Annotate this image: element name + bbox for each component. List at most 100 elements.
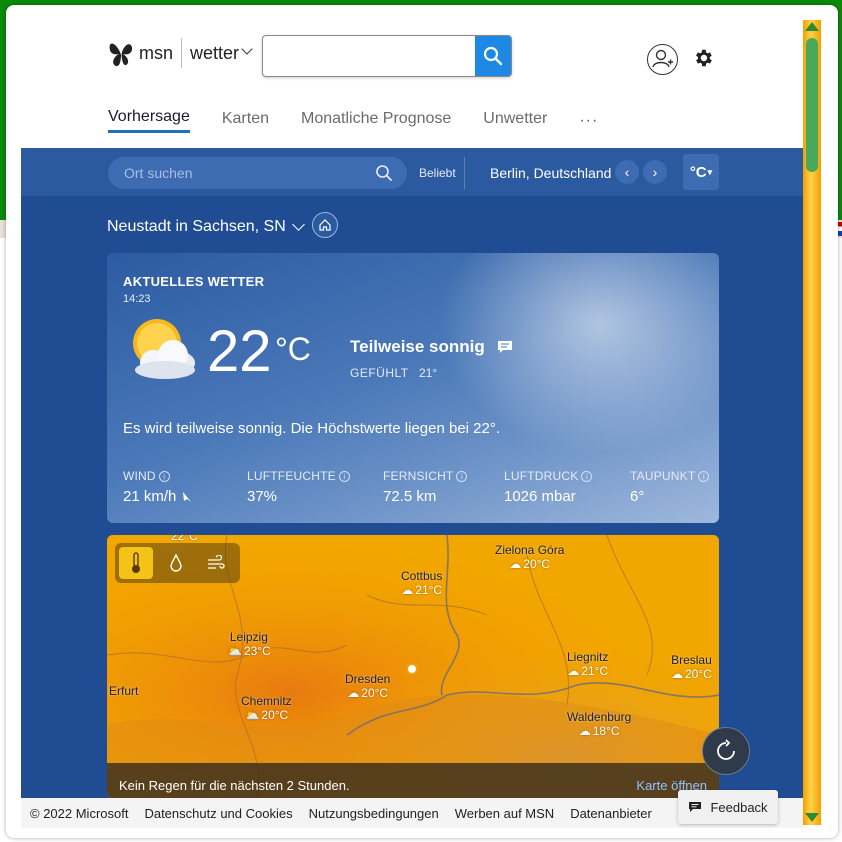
feels-like-label: GEFÜHLT [350, 366, 409, 380]
metric-value: 21 km/h [123, 488, 177, 505]
map-city-zielona-gora[interactable]: Zielona Góra ☁ 20°C [495, 543, 564, 571]
info-icon[interactable]: i [698, 470, 710, 482]
more-tabs-button[interactable]: ··· [579, 112, 598, 130]
map-city-cottbus[interactable]: Cottbus ☁ 21°C [401, 569, 442, 597]
metric-label: TAUPUNKT [630, 469, 696, 483]
footer-link-privacy[interactable]: Datenschutz und Cookies [144, 806, 292, 821]
tab-unwetter[interactable]: Unwetter [483, 110, 547, 132]
map-city-breslau[interactable]: Breslau ☁ 20°C [671, 653, 712, 681]
weather-popup-window: msn wetter Vorhersage Karten Monatliche … [6, 5, 838, 838]
wind-icon [208, 555, 225, 569]
profile-sign-in-button[interactable] [647, 44, 678, 75]
tab-vorhersage[interactable]: Vorhersage [108, 108, 190, 133]
search-input[interactable] [271, 44, 471, 68]
refresh-icon [717, 739, 735, 760]
logo-divider [181, 38, 183, 68]
map-city-liegnitz[interactable]: Liegnitz ☁ 21°C [567, 650, 608, 678]
layer-precipitation-button[interactable] [159, 547, 193, 579]
footer-link-advertise[interactable]: Werben auf MSN [455, 806, 554, 821]
feedback-icon [689, 802, 702, 812]
info-icon[interactable]: i [158, 470, 170, 482]
city-name: Chemnitz [241, 694, 292, 708]
cloud-icon: ☁ [401, 583, 414, 597]
home-location-button[interactable] [312, 212, 338, 238]
tab-karten[interactable]: Karten [222, 110, 269, 132]
city-temp: 21°C [581, 664, 609, 678]
map-city-erfurt[interactable]: Erfurt [109, 684, 138, 698]
metric-value: 72.5 km [383, 488, 437, 505]
city-name: Cottbus [401, 569, 443, 583]
rain-forecast-text: Kein Regen für die nächsten 2 Stunden. [119, 778, 350, 793]
popular-location-link[interactable]: Berlin, Deutschland [490, 165, 611, 181]
unit-label: °C [689, 163, 707, 181]
temperature-unit: °C [275, 331, 311, 367]
feels-like-value: 21° [419, 366, 438, 380]
ort-search-placeholder: Ort suchen [124, 165, 193, 181]
search-icon [376, 165, 392, 181]
city-temp: 23°C [243, 644, 271, 658]
sun-cloud-icon: ⛅ [227, 644, 242, 658]
msn-logo[interactable]: msn wetter [108, 38, 253, 68]
scrollbar-thumb[interactable] [806, 38, 818, 172]
message-icon[interactable] [497, 340, 513, 354]
info-icon[interactable]: i [456, 470, 468, 482]
metric-luftfeuchte: LUFTFEUCHTE i 37% [247, 469, 350, 505]
metric-value: 37% [247, 488, 278, 505]
location-selector[interactable]: Neustadt in Sachsen, SN [107, 217, 305, 236]
chevron-down-icon[interactable] [241, 43, 253, 55]
map-city-waldenburg[interactable]: Waldenburg ☁ 18°C [567, 710, 631, 738]
home-icon [319, 219, 331, 231]
cloud-rain-icon: ☁ [509, 557, 522, 571]
footer-link-terms[interactable]: Nutzungsbedingungen [309, 806, 439, 821]
feedback-button[interactable]: Feedback [678, 790, 778, 824]
city-name: Zielona Góra [495, 543, 565, 557]
beliebt-label: Beliebt [419, 166, 456, 180]
vertical-scrollbar[interactable] [803, 20, 821, 825]
tab-monatliche-prognose[interactable]: Monatliche Prognose [301, 110, 451, 132]
map-city-dresden[interactable]: Dresden ☁ 20°C [345, 672, 390, 700]
city-temp: 20°C [261, 708, 289, 722]
info-icon[interactable]: i [581, 470, 593, 482]
search-box[interactable] [262, 35, 512, 77]
metric-label: FERNSICHT [383, 469, 454, 483]
city-name: Leipzig [229, 630, 268, 644]
user-add-icon [652, 49, 673, 68]
raindrop-icon [170, 554, 182, 572]
city-name: Erfurt [109, 684, 139, 698]
scroll-down-arrow-icon[interactable] [805, 813, 819, 822]
current-weather-card[interactable]: AKTUELLES WETTER 14:23 22 °C Teilweise s… [107, 253, 719, 523]
caret-down-icon: ▾ [707, 166, 713, 177]
metric-value: 1026 mbar [504, 488, 576, 505]
search-icon [483, 46, 503, 66]
city-temp: 20°C [361, 686, 389, 700]
map-layer-toolbar [115, 543, 240, 583]
city-name: Dresden [345, 672, 391, 686]
refresh-button[interactable] [702, 727, 750, 775]
weather-map[interactable]: 22°C Zielona Góra ☁ 20°C Cottbus ☁ 21°C Le… [107, 535, 719, 798]
info-icon[interactable]: i [338, 470, 350, 482]
city-temp: 18°C [592, 724, 620, 738]
partly-sunny-icon [133, 319, 195, 379]
scroll-up-arrow-icon[interactable] [805, 22, 819, 31]
map-city-chemnitz[interactable]: Chemnitz ⛅ 20°C [241, 694, 292, 722]
gear-icon[interactable] [692, 47, 714, 69]
map-city-leipzig[interactable]: Leipzig ⛅ 23°C [227, 630, 271, 658]
city-name: Waldenburg [567, 710, 632, 724]
city-name: Liegnitz [567, 650, 609, 664]
sun-cloud-icon: ⛅ [244, 708, 260, 722]
unit-toggle-button[interactable]: °C ▾ [683, 154, 719, 190]
weather-summary: Es wird teilweise sonnig. Die Höchstwert… [123, 420, 501, 437]
location-subbar: Ort suchen Beliebt Berlin, Deutschland ‹… [21, 148, 804, 196]
layer-temperature-button[interactable] [119, 547, 153, 579]
footer-link-data-providers[interactable]: Datenanbieter [570, 806, 652, 821]
map-city-partial: 22°C [171, 535, 198, 543]
layer-wind-button[interactable] [199, 547, 233, 579]
metric-label: LUFTFEUCHTE [247, 469, 336, 483]
card-title: AKTUELLES WETTER [123, 274, 265, 289]
previous-location-button[interactable]: ‹ [615, 160, 639, 184]
next-location-button[interactable]: › [643, 160, 667, 184]
search-button[interactable] [475, 36, 511, 76]
metric-fernsicht: FERNSICHT i 72.5 km [383, 469, 468, 505]
chevron-down-icon [291, 217, 305, 231]
ort-search-input[interactable]: Ort suchen [108, 157, 407, 189]
